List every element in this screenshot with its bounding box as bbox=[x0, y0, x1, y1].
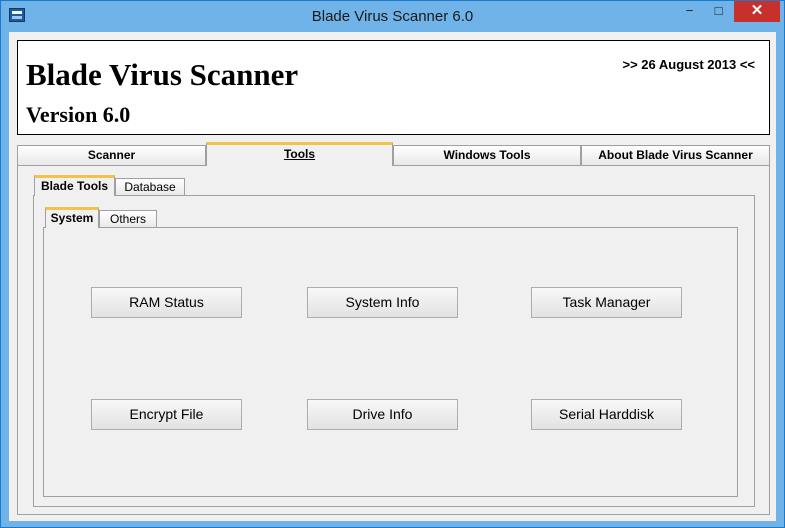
system-info-button[interactable]: System Info bbox=[307, 287, 458, 318]
tab-scanner-label: Scanner bbox=[87, 148, 136, 162]
tab-about[interactable]: About Blade Virus Scanner bbox=[581, 145, 770, 165]
tab-system[interactable]: System bbox=[45, 207, 99, 228]
blade-tools-panel: System Others RAM Status System Info Tas… bbox=[33, 195, 755, 507]
client-area: Blade Virus Scanner Version 6.0 >> 26 Au… bbox=[9, 32, 776, 521]
tab-others-label: Others bbox=[109, 212, 146, 226]
header-panel: Blade Virus Scanner Version 6.0 >> 26 Au… bbox=[17, 40, 770, 135]
tab-blade-tools[interactable]: Blade Tools bbox=[34, 175, 115, 196]
drive-info-button[interactable]: Drive Info bbox=[307, 399, 458, 430]
serial-harddisk-label: Serial Harddisk bbox=[559, 406, 654, 422]
tab-windows-tools[interactable]: Windows Tools bbox=[393, 145, 581, 165]
tab-windows-tools-label: Windows Tools bbox=[443, 148, 531, 162]
encrypt-file-button[interactable]: Encrypt File bbox=[91, 399, 242, 430]
tab-tools[interactable]: Tools bbox=[206, 142, 393, 166]
tab-database-label: Database bbox=[124, 180, 176, 194]
tab-blade-tools-label: Blade Tools bbox=[40, 179, 109, 193]
task-manager-button[interactable]: Task Manager bbox=[531, 287, 682, 318]
app-title: Blade Virus Scanner bbox=[26, 57, 299, 92]
tab-others[interactable]: Others bbox=[99, 210, 157, 228]
tab-system-label: System bbox=[50, 211, 94, 225]
drive-info-label: Drive Info bbox=[352, 406, 413, 422]
encrypt-file-label: Encrypt File bbox=[129, 406, 204, 422]
tab-scanner[interactable]: Scanner bbox=[17, 145, 206, 165]
tab-about-label: About Blade Virus Scanner bbox=[598, 148, 753, 162]
serial-harddisk-button[interactable]: Serial Harddisk bbox=[531, 399, 682, 430]
app-version: Version 6.0 bbox=[26, 102, 131, 127]
ram-status-label: RAM Status bbox=[129, 294, 204, 310]
task-manager-label: Task Manager bbox=[562, 294, 651, 310]
date-label: >> 26 August 2013 << bbox=[622, 57, 755, 72]
tab-database[interactable]: Database bbox=[115, 178, 185, 196]
system-panel: RAM Status System Info Task Manager Encr… bbox=[43, 227, 738, 497]
close-button[interactable]: ✕ bbox=[734, 1, 780, 22]
maximize-button[interactable]: □ bbox=[705, 1, 732, 22]
tab-tools-label: Tools bbox=[283, 147, 316, 161]
system-info-label: System Info bbox=[345, 294, 420, 310]
minimize-button[interactable]: − bbox=[676, 1, 703, 22]
tools-tab-panel: Blade Tools Database System Others RAM S… bbox=[17, 165, 770, 515]
title-bar[interactable]: Blade Virus Scanner 6.0 − □ ✕ bbox=[1, 1, 784, 32]
ram-status-button[interactable]: RAM Status bbox=[91, 287, 242, 318]
app-window: Blade Virus Scanner 6.0 − □ ✕ Blade Viru… bbox=[0, 0, 785, 528]
window-title: Blade Virus Scanner 6.0 bbox=[311, 8, 474, 25]
